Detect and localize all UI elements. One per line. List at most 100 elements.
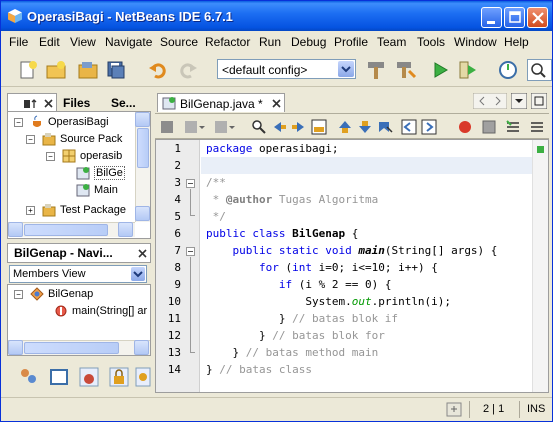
tab-bilgenap-java[interactable]: BilGenap.java * bbox=[157, 93, 285, 112]
scroll-right-icon[interactable] bbox=[134, 340, 149, 355]
tab-files[interactable]: Files bbox=[59, 93, 107, 113]
projects-vertical-scrollbar[interactable] bbox=[135, 112, 150, 222]
close-icon[interactable] bbox=[44, 99, 54, 109]
code-line-9[interactable]: if (i % 2 == 0) { bbox=[206, 278, 392, 291]
menu-profile[interactable]: Profile bbox=[334, 35, 368, 49]
members-view-dropdown[interactable]: Members View bbox=[9, 265, 147, 283]
toggle-highlight-icon[interactable] bbox=[311, 119, 327, 135]
menu-tools[interactable]: Tools bbox=[417, 35, 445, 49]
members-icon[interactable] bbox=[19, 367, 39, 387]
collapse-icon[interactable]: − bbox=[14, 290, 23, 299]
tab-services[interactable]: Se... bbox=[107, 93, 147, 113]
line-number-gutter[interactable]: 1 2 3 4 5 6 7 8 9 10 11 12 13 14 bbox=[156, 140, 200, 392]
menu-run[interactable]: Run bbox=[259, 35, 281, 49]
menu-navigate[interactable]: Navigate bbox=[105, 35, 152, 49]
search-box[interactable] bbox=[527, 59, 552, 81]
restore-panel-icon[interactable] bbox=[22, 97, 44, 111]
collapse-icon[interactable]: − bbox=[26, 135, 35, 144]
scroll-thumb[interactable] bbox=[24, 342, 119, 354]
fold-toggle-icon[interactable] bbox=[186, 179, 195, 188]
chevron-down-icon[interactable] bbox=[338, 61, 354, 77]
find-icon[interactable] bbox=[251, 119, 267, 135]
new-file-icon[interactable] bbox=[17, 59, 39, 81]
collapse-icon[interactable]: − bbox=[14, 118, 23, 127]
scroll-up-icon[interactable] bbox=[135, 112, 150, 127]
start-macro-recording-icon[interactable] bbox=[457, 119, 473, 135]
scroll-left-icon[interactable] bbox=[8, 340, 23, 355]
tree-row-bilgenap[interactable]: BilGe bbox=[12, 165, 136, 182]
run-icon[interactable] bbox=[429, 59, 451, 81]
stop-macro-recording-icon[interactable] bbox=[481, 119, 497, 135]
tab-scroll-arrows-icon[interactable] bbox=[473, 93, 507, 109]
title-bar[interactable]: OperasiBagi - NetBeans IDE 6.7.1 bbox=[1, 1, 552, 31]
new-project-icon[interactable] bbox=[45, 59, 67, 81]
next-bookmark-icon[interactable] bbox=[357, 119, 373, 135]
code-line-10[interactable]: System.out.println(i); bbox=[206, 295, 451, 308]
fold-toggle-icon[interactable] bbox=[186, 247, 195, 256]
menu-help[interactable]: Help bbox=[504, 35, 529, 49]
comment-icon[interactable] bbox=[505, 119, 521, 135]
scroll-right-icon[interactable] bbox=[118, 222, 133, 237]
tree-row-test-packages[interactable]: + Test Package bbox=[12, 202, 136, 219]
navigator-title[interactable]: BilGenap - Navi... bbox=[10, 244, 117, 264]
menu-team[interactable]: Team bbox=[377, 35, 406, 49]
notifications-icon[interactable] bbox=[446, 402, 462, 417]
menu-debug[interactable]: Debug bbox=[291, 35, 326, 49]
code-line-3[interactable]: /** bbox=[206, 176, 226, 189]
show-fields-icon[interactable] bbox=[49, 367, 69, 387]
tab-projects[interactable] bbox=[7, 93, 57, 113]
previous-bookmark-icon[interactable] bbox=[337, 119, 353, 135]
debug-icon[interactable] bbox=[457, 59, 479, 81]
navigator-horizontal-scrollbar[interactable] bbox=[8, 340, 150, 355]
forward-icon[interactable] bbox=[213, 119, 237, 135]
code-line-13[interactable]: } // batas method main bbox=[206, 346, 378, 359]
tree-row-project[interactable]: − OperasiBagi bbox=[12, 114, 136, 131]
menu-file[interactable]: File bbox=[9, 35, 28, 49]
close-icon[interactable] bbox=[272, 99, 282, 109]
minimize-button[interactable] bbox=[481, 7, 502, 28]
last-edit-icon[interactable] bbox=[183, 119, 207, 135]
menu-refactor[interactable]: Refactor bbox=[205, 35, 250, 49]
save-all-icon[interactable] bbox=[105, 59, 127, 81]
code-line-6[interactable]: public class BilGenap { bbox=[206, 227, 358, 240]
scroll-down-icon[interactable] bbox=[135, 206, 150, 221]
build-hammer-icon[interactable] bbox=[365, 59, 387, 81]
lock-icon[interactable] bbox=[109, 367, 129, 387]
maximize-editor-icon[interactable] bbox=[531, 93, 547, 109]
scroll-left-icon[interactable] bbox=[8, 222, 23, 237]
code-line-14[interactable]: } // batas class bbox=[206, 363, 312, 376]
find-next-icon[interactable] bbox=[291, 119, 307, 135]
chevron-down-icon[interactable] bbox=[131, 267, 145, 281]
back-icon[interactable] bbox=[159, 119, 175, 135]
code-line-1[interactable]: package operasibagi; bbox=[206, 142, 338, 155]
code-line-7[interactable]: public static void main(String[] args) { bbox=[206, 244, 498, 257]
close-icon[interactable] bbox=[138, 249, 148, 259]
scroll-thumb[interactable] bbox=[137, 128, 149, 168]
tree-row-main[interactable]: Main bbox=[12, 182, 136, 199]
uncomment-icon[interactable] bbox=[529, 119, 545, 135]
tree-row-package[interactable]: − operasib bbox=[12, 148, 136, 165]
show-static-icon[interactable] bbox=[79, 367, 99, 387]
code-line-5[interactable]: */ bbox=[206, 210, 226, 223]
code-line-12[interactable]: } // batas blok for bbox=[206, 329, 385, 342]
menu-view[interactable]: View bbox=[70, 35, 96, 49]
expand-icon[interactable]: + bbox=[26, 206, 35, 215]
maximize-button[interactable] bbox=[504, 7, 525, 28]
clean-build-icon[interactable] bbox=[395, 59, 417, 81]
menu-edit[interactable]: Edit bbox=[39, 35, 60, 49]
scroll-thumb[interactable] bbox=[24, 224, 108, 236]
projects-horizontal-scrollbar[interactable] bbox=[8, 222, 135, 237]
redo-icon[interactable] bbox=[177, 59, 199, 81]
open-project-icon[interactable] bbox=[77, 59, 99, 81]
tab-list-icon[interactable] bbox=[511, 93, 527, 109]
config-dropdown[interactable]: <default config> bbox=[217, 59, 356, 79]
shift-right-icon[interactable] bbox=[421, 119, 437, 135]
code-line-8[interactable]: for (int i=0; i<=10; i++) { bbox=[206, 261, 438, 274]
find-previous-icon[interactable] bbox=[271, 119, 287, 135]
close-button[interactable] bbox=[527, 7, 548, 28]
toggle-bookmark-icon[interactable] bbox=[377, 119, 393, 135]
inherited-members-icon[interactable] bbox=[135, 367, 151, 387]
shift-left-icon[interactable] bbox=[401, 119, 417, 135]
undo-icon[interactable] bbox=[147, 59, 169, 81]
error-stripe[interactable] bbox=[532, 140, 548, 392]
